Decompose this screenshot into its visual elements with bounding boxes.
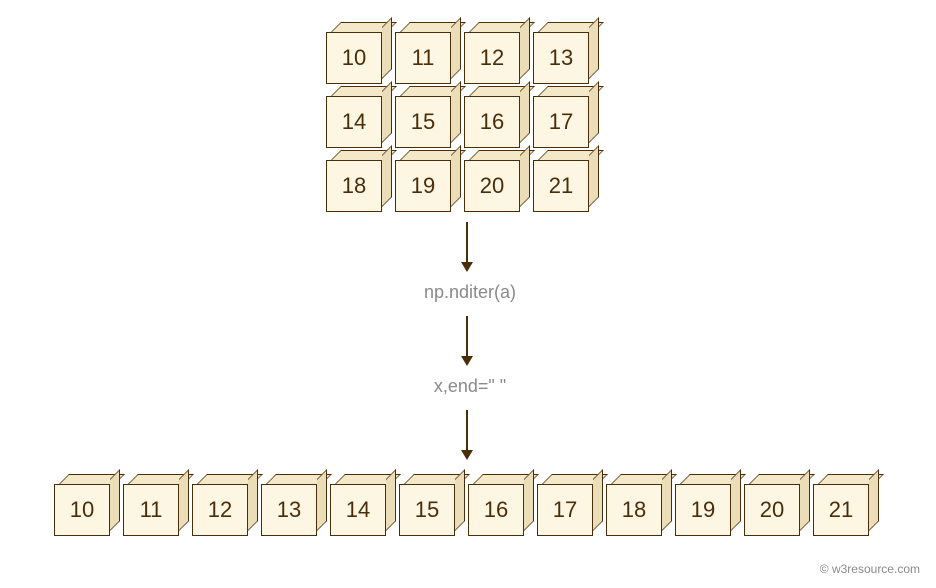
flat-cell-value: 17	[537, 484, 593, 536]
grid-cell-value: 20	[464, 160, 520, 212]
step-label: x,end=" "	[380, 376, 560, 397]
flat-cell-value: 18	[606, 484, 662, 536]
grid-cell-value: 19	[395, 160, 451, 212]
grid-cell-value: 10	[326, 32, 382, 84]
arrow-icon	[466, 222, 468, 264]
grid-cell-value: 11	[395, 32, 451, 84]
attribution-text: © w3resource.com	[820, 562, 920, 576]
grid-cell-value: 13	[533, 32, 589, 84]
diagram-stage: 10 11 12 13 14 15 16 17	[0, 0, 936, 588]
flat-cell-value: 13	[261, 484, 317, 536]
flat-cell-value: 12	[192, 484, 248, 536]
flat-cell-value: 11	[123, 484, 179, 536]
flat-cell-value: 14	[330, 484, 386, 536]
arrow-icon	[466, 410, 468, 452]
flat-cell-value: 21	[813, 484, 869, 536]
flat-cell-value: 19	[675, 484, 731, 536]
flat-cell-value: 10	[54, 484, 110, 536]
grid-cell-value: 21	[533, 160, 589, 212]
grid-cell-value: 17	[533, 96, 589, 148]
flat-cell-value: 20	[744, 484, 800, 536]
arrow-icon	[466, 316, 468, 358]
grid-cell-value: 16	[464, 96, 520, 148]
grid-cell-value: 15	[395, 96, 451, 148]
grid-cell-value: 18	[326, 160, 382, 212]
grid-cell-value: 14	[326, 96, 382, 148]
step-label: np.nditer(a)	[380, 282, 560, 303]
grid-cell-value: 12	[464, 32, 520, 84]
flat-cell-value: 16	[468, 484, 524, 536]
flat-cell-value: 15	[399, 484, 455, 536]
